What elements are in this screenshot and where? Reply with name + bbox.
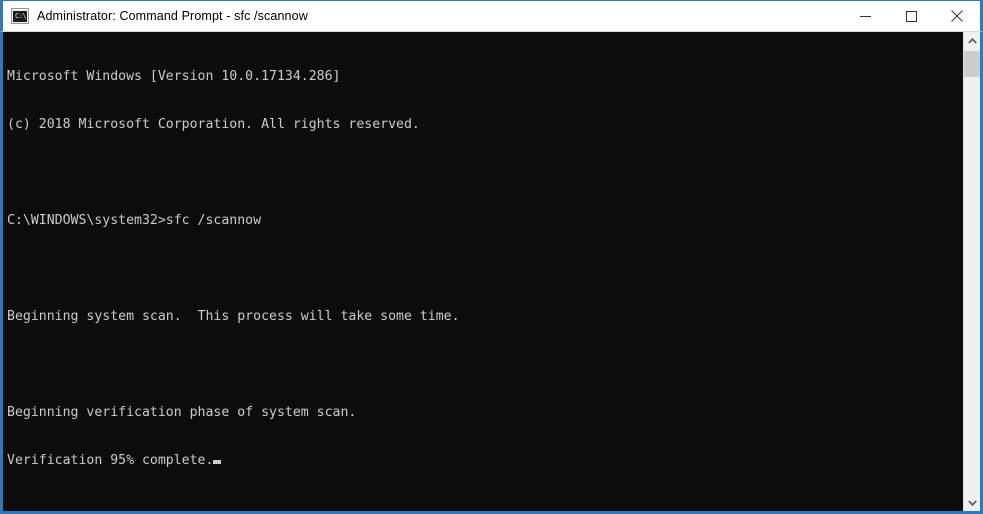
- command-prompt-window: C:\ Administrator: Command Prompt - sfc …: [0, 0, 983, 514]
- console-line: C:\WINDOWS\system32>sfc /scannow: [7, 213, 262, 228]
- title-bar[interactable]: C:\ Administrator: Command Prompt - sfc …: [0, 0, 983, 32]
- console-status-text: Verification 95% complete.: [7, 453, 214, 468]
- maximize-icon: [905, 10, 917, 22]
- minimize-button[interactable]: [842, 1, 888, 31]
- cmd-icon-screen: C:\: [13, 11, 27, 22]
- chevron-up-icon: [967, 37, 977, 44]
- scrollbar-up-button[interactable]: [964, 32, 980, 49]
- scrollbar-track[interactable]: [964, 49, 980, 494]
- maximize-button[interactable]: [888, 1, 934, 31]
- close-icon: [951, 10, 963, 22]
- cmd-icon-prompt-text: C:\: [15, 12, 27, 20]
- console-line: Beginning verification phase of system s…: [7, 405, 357, 420]
- window-title: Administrator: Command Prompt - sfc /sca…: [37, 9, 308, 23]
- console-line: (c) 2018 Microsoft Corporation. All righ…: [7, 117, 420, 132]
- chevron-down-icon: [967, 499, 977, 506]
- cmd-console-icon: C:\: [11, 8, 29, 24]
- minimize-icon: [859, 15, 871, 17]
- console-output[interactable]: Microsoft Windows [Version 10.0.17134.28…: [3, 32, 963, 511]
- text-cursor: [213, 460, 222, 464]
- console-area: Microsoft Windows [Version 10.0.17134.28…: [3, 32, 980, 511]
- console-line-with-cursor: Verification 95% complete.: [7, 453, 963, 469]
- console-line: Microsoft Windows [Version 10.0.17134.28…: [7, 69, 341, 84]
- scrollbar-down-button[interactable]: [964, 494, 980, 511]
- close-button[interactable]: [934, 1, 980, 31]
- window-controls: [842, 1, 980, 31]
- scrollbar-thumb[interactable]: [964, 51, 980, 77]
- console-line: Beginning system scan. This process will…: [7, 309, 460, 324]
- vertical-scrollbar[interactable]: [963, 32, 980, 511]
